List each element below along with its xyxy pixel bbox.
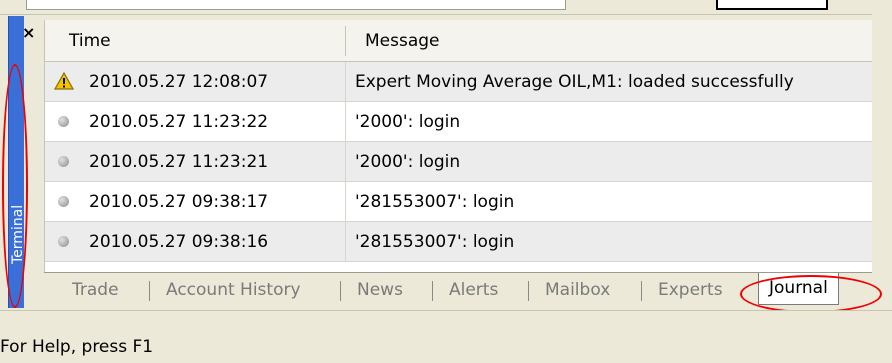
row-message: Expert Moving Average OIL,M1: loaded suc… <box>355 72 794 92</box>
journal-grid: Time Message 2010.05.27 12:08:07 Expert … <box>44 20 872 272</box>
row-time: 2010.05.27 09:38:17 <box>89 192 269 212</box>
row-message: '281553007': login <box>355 232 515 252</box>
info-dot-icon <box>58 196 69 207</box>
status-bar: For Help, press F1 <box>0 310 892 363</box>
row-message: '2000': login <box>355 152 461 172</box>
terminal-side-label: Terminal <box>10 204 26 264</box>
tab-mailbox[interactable]: Mailbox <box>545 273 610 307</box>
row-time: 2010.05.27 09:38:16 <box>89 232 269 252</box>
table-row[interactable]: 2010.05.27 12:08:07 Expert Moving Averag… <box>45 62 872 102</box>
table-row[interactable]: 2010.05.27 09:38:16 '281553007': login <box>45 222 872 262</box>
tab-alerts[interactable]: Alerts <box>449 273 498 307</box>
row-message: '281553007': login <box>355 192 515 212</box>
table-row[interactable]: 2010.05.27 11:23:21 '2000': login <box>45 142 872 182</box>
table-row[interactable]: 2010.05.27 09:38:17 '281553007': login <box>45 182 872 222</box>
status-text: For Help, press F1 <box>0 337 154 357</box>
tab-journal[interactable]: Journal <box>758 273 839 305</box>
column-header-time[interactable]: Time <box>69 20 111 62</box>
toolbar-field-secondary[interactable] <box>716 0 828 10</box>
row-time: 2010.05.27 12:08:07 <box>89 72 269 92</box>
row-message: '2000': login <box>355 112 461 132</box>
info-dot-icon <box>58 156 69 167</box>
table-row-partial <box>45 262 872 272</box>
close-icon[interactable]: × <box>22 23 35 42</box>
info-dot-icon <box>58 236 69 247</box>
tab-trade[interactable]: Trade <box>72 273 119 307</box>
tab-account-history[interactable]: Account History <box>166 273 301 307</box>
grid-header: Time Message <box>45 20 872 62</box>
toolbar-field[interactable] <box>26 0 566 10</box>
column-header-message[interactable]: Message <box>365 20 440 62</box>
tab-news[interactable]: News <box>357 273 403 307</box>
tab-experts[interactable]: Experts <box>658 273 723 307</box>
top-toolbar-strip <box>0 0 892 14</box>
warning-icon <box>54 72 74 90</box>
terminal-tab-bar: Trade Account History News Alerts Mailbo… <box>44 272 872 308</box>
info-dot-icon <box>58 116 69 127</box>
row-time: 2010.05.27 11:23:22 <box>89 112 269 132</box>
terminal-side-bar[interactable]: Terminal <box>8 16 26 308</box>
table-row[interactable]: 2010.05.27 11:23:22 '2000': login <box>45 102 872 142</box>
row-time: 2010.05.27 11:23:21 <box>89 152 269 172</box>
